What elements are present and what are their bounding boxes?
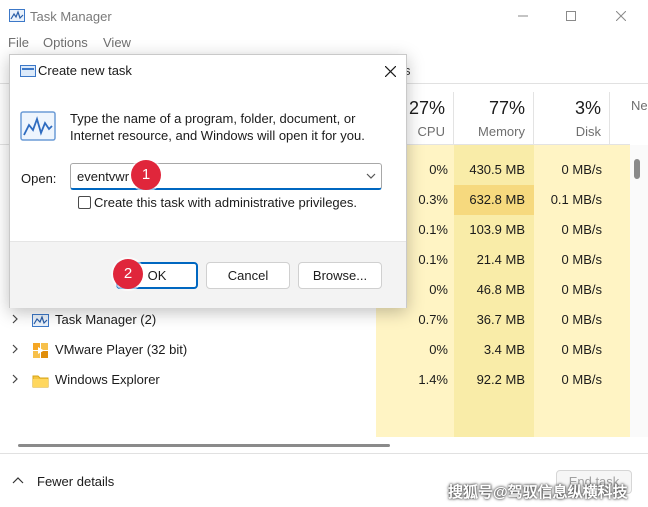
disk-percent: 3%	[574, 98, 601, 118]
vmware-icon	[32, 342, 49, 359]
chevron-down-icon[interactable]	[365, 171, 377, 181]
process-name: Task Manager (2)	[55, 312, 157, 327]
memory-label: Memory	[478, 124, 525, 139]
table-row[interactable]: Windows Explorer 1.4% 92.2 MB 0 MB/s	[0, 365, 630, 395]
memory-percent: 77%	[488, 98, 525, 118]
menu-file[interactable]: File	[8, 35, 29, 50]
memory-cell: 92.2 MB	[476, 372, 525, 387]
menu-bar: File Options View	[0, 32, 648, 54]
browse-button[interactable]: Browse...	[298, 262, 382, 289]
column-disk[interactable]: 3% Disk	[534, 92, 610, 144]
chevron-up-icon[interactable]	[12, 476, 24, 484]
disk-cell: 0 MB/s	[561, 222, 602, 237]
task-manager-titlebar: Task Manager	[0, 0, 648, 32]
column-memory[interactable]: 77% Memory	[454, 92, 534, 144]
open-combobox[interactable]: eventvwr	[70, 163, 382, 190]
open-label: Open:	[21, 171, 57, 186]
minimize-icon	[518, 15, 528, 17]
disk-label: Disk	[575, 124, 601, 139]
dialog-description: Type the name of a program, folder, docu…	[70, 111, 365, 143]
disk-cell: 0 MB/s	[561, 342, 602, 357]
table-row[interactable]: VMware Player (32 bit) 0% 3.4 MB 0 MB/s	[0, 335, 630, 365]
process-name: VMware Player (32 bit)	[55, 342, 188, 357]
menu-view[interactable]: View	[103, 35, 131, 50]
disk-cell: 0 MB/s	[561, 282, 602, 297]
chevron-right-icon[interactable]	[10, 343, 20, 355]
horizontal-scrollbar[interactable]	[0, 437, 630, 453]
disk-cell: 0 MB/s	[561, 312, 602, 327]
task-manager-icon	[32, 312, 49, 329]
menu-options[interactable]: Options	[43, 35, 88, 50]
vertical-scroll-thumb[interactable]	[634, 159, 640, 179]
disk-cell: 0 MB/s	[561, 252, 602, 267]
open-input[interactable]: eventvwr	[77, 169, 129, 184]
dialog-title: Create new task	[38, 63, 132, 78]
create-new-task-dialog: Create new task Type the name of a progr…	[9, 54, 407, 308]
disk-cell: 0 MB/s	[561, 372, 602, 387]
process-name: Windows Explorer	[55, 372, 160, 387]
fewer-details-link[interactable]: Fewer details	[37, 474, 114, 489]
memory-cell: 632.8 MB	[469, 192, 525, 207]
memory-cell: 46.8 MB	[476, 282, 525, 297]
close-icon	[616, 11, 626, 21]
step-callout-1: 1	[131, 160, 161, 190]
horizontal-scroll-thumb[interactable]	[18, 444, 390, 447]
dialog-titlebar: Create new task	[10, 55, 406, 87]
column-network[interactable]: Ne	[610, 92, 648, 144]
run-icon	[20, 65, 36, 77]
chevron-right-icon[interactable]	[10, 313, 20, 325]
minimize-button[interactable]	[500, 0, 546, 32]
task-manager-large-icon	[20, 111, 56, 141]
disk-cell: 0 MB/s	[561, 162, 602, 177]
memory-cell: 3.4 MB	[483, 342, 525, 357]
close-window-button[interactable]	[598, 0, 644, 32]
memory-cell: 103.9 MB	[469, 222, 525, 237]
maximize-icon	[566, 11, 576, 21]
chevron-right-icon[interactable]	[10, 373, 20, 385]
cpu-cell: 0%	[429, 342, 448, 357]
dialog-close-button[interactable]	[380, 61, 400, 81]
memory-cell: 430.5 MB	[469, 162, 525, 177]
window-title: Task Manager	[30, 9, 112, 24]
vertical-scrollbar[interactable]	[630, 145, 648, 437]
step-callout-2: 2	[113, 259, 143, 289]
folder-icon	[32, 372, 49, 389]
dialog-button-bar: OK Cancel Browse...	[10, 241, 406, 308]
cpu-cell: 0.7%	[418, 312, 448, 327]
task-manager-icon	[9, 9, 25, 22]
cancel-button[interactable]: Cancel	[206, 262, 290, 289]
close-icon	[384, 65, 396, 77]
watermark: 搜狐号@驾驭信息纵横科技	[448, 484, 628, 501]
footer-bar: Fewer details End task 搜狐号@驾驭信息纵横科技	[0, 453, 648, 507]
maximize-button[interactable]	[548, 0, 594, 32]
admin-privileges-label[interactable]: Create this task with administrative pri…	[94, 195, 357, 210]
disk-cell: 0.1 MB/s	[550, 192, 602, 207]
memory-cell: 36.7 MB	[476, 312, 525, 327]
memory-cell: 21.4 MB	[476, 252, 525, 267]
network-label: Ne	[631, 98, 648, 113]
admin-privileges-checkbox[interactable]	[78, 196, 91, 209]
cpu-cell: 1.4%	[418, 372, 448, 387]
table-row[interactable]: Task Manager (2) 0.7% 36.7 MB 0 MB/s	[0, 305, 630, 335]
